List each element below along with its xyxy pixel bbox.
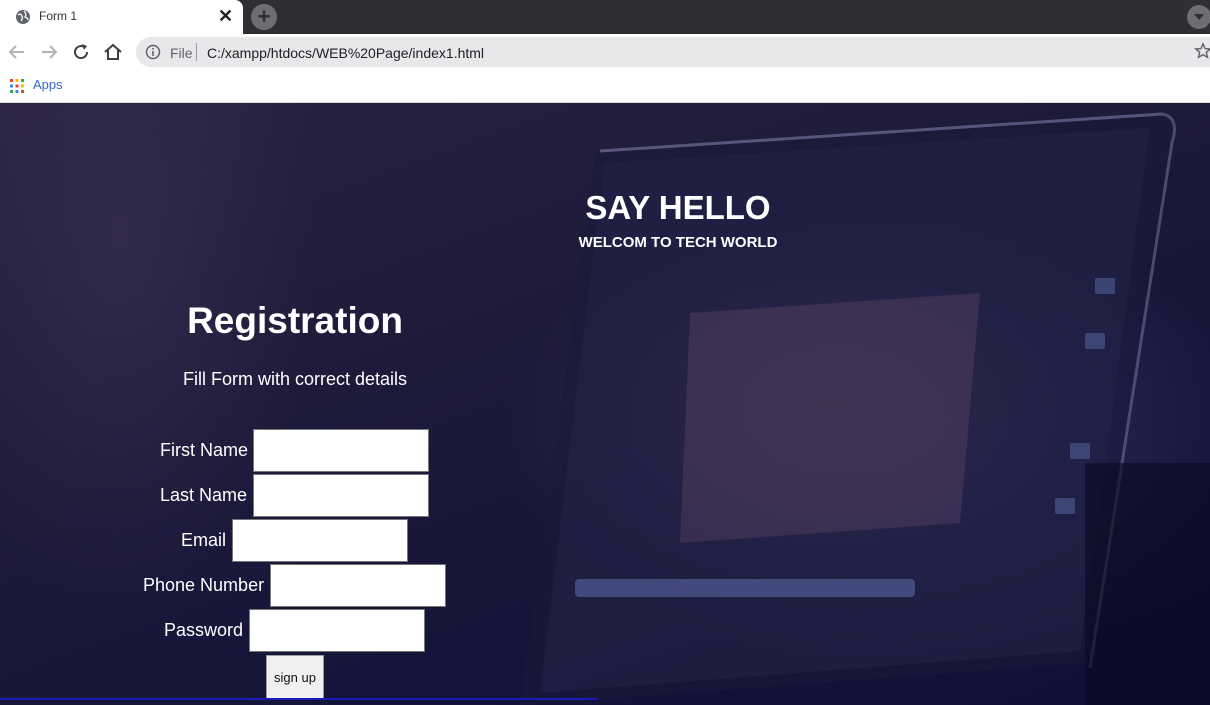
registration-subtitle: Fill Form with correct details xyxy=(182,369,408,389)
back-arrow-icon[interactable] xyxy=(5,40,29,64)
address-divider xyxy=(196,43,197,61)
reload-icon[interactable] xyxy=(69,40,93,64)
first-name-label: First Name xyxy=(160,440,249,460)
tab-search-icon[interactable] xyxy=(1187,5,1210,29)
apps-grid-icon[interactable] xyxy=(10,79,24,93)
browser-toolbar: File C:/xampp/htdocs/WEB%20Page/index1.h… xyxy=(0,34,1210,70)
password-field[interactable] xyxy=(249,609,425,652)
registration-title: Registration xyxy=(187,300,403,341)
globe-icon xyxy=(16,10,30,24)
first-name-field[interactable] xyxy=(253,429,429,472)
bookmarks-bar: Apps xyxy=(0,70,1210,103)
forward-arrow-icon[interactable] xyxy=(37,40,61,64)
browser-tab[interactable]: Form 1 ✕ xyxy=(0,0,243,34)
close-icon[interactable]: ✕ xyxy=(218,7,233,25)
address-bar[interactable]: File C:/xampp/htdocs/WEB%20Page/index1.h… xyxy=(136,37,1210,67)
last-name-field[interactable] xyxy=(253,474,429,517)
star-icon[interactable] xyxy=(1194,42,1210,60)
sign-up-button[interactable]: sign up xyxy=(266,655,324,699)
plus-icon[interactable]: + xyxy=(251,4,277,30)
phone-number-label: Phone Number xyxy=(143,575,265,595)
address-prefix: File xyxy=(170,45,193,61)
hero-subtitle: WELCOM TO TECH WORLD xyxy=(578,234,778,251)
address-url[interactable]: C:/xampp/htdocs/WEB%20Page/index1.html xyxy=(207,45,484,61)
email-label: Email xyxy=(181,530,227,550)
apps-bookmark[interactable]: Apps xyxy=(33,77,63,92)
info-icon[interactable] xyxy=(145,44,161,60)
browser-tab-strip: Form 1 ✕ + xyxy=(0,0,1210,34)
page-content: SAY HELLO WELCOM TO TECH WORLD Registrat… xyxy=(0,103,1210,705)
phone-number-field[interactable] xyxy=(270,564,446,607)
tab-title: Form 1 xyxy=(39,9,78,23)
last-name-label: Last Name xyxy=(160,485,248,505)
home-icon[interactable] xyxy=(101,40,125,64)
email-field[interactable] xyxy=(232,519,408,562)
password-label: Password xyxy=(164,620,244,640)
horizontal-scrollbar[interactable] xyxy=(0,698,597,700)
hero-title: SAY HELLO xyxy=(585,189,771,226)
